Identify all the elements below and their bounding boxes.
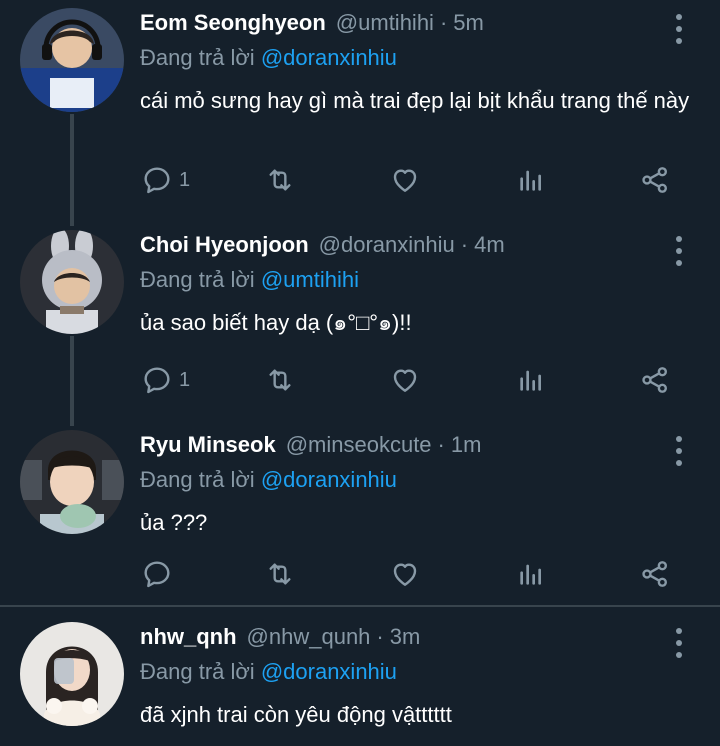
reply-button[interactable]: 1 — [141, 360, 190, 400]
tweet-header: Ryu Minseok @minseokcute · 1m — [140, 432, 481, 464]
reply-count: 1 — [179, 168, 191, 191]
reply-button[interactable]: 1 — [141, 160, 190, 200]
avatar-image — [20, 622, 124, 726]
timestamp[interactable]: 4m — [474, 232, 505, 258]
share-button[interactable] — [639, 554, 671, 594]
replying-to: Đang trả lời @doranxinhiu — [140, 659, 397, 685]
tweet-header: Choi Hyeonjoon @doranxinhiu · 4m — [140, 232, 505, 264]
avatar[interactable] — [20, 430, 124, 534]
more-vertical-icon[interactable] — [676, 436, 682, 466]
avatar[interactable] — [20, 8, 124, 112]
analytics-button[interactable] — [515, 554, 547, 594]
separator-dot: · — [437, 432, 445, 457]
reply-icon — [141, 164, 173, 196]
retweet-icon — [264, 164, 296, 196]
replying-to: Đang trả lời @doranxinhiu — [140, 467, 397, 493]
avatar-image — [20, 8, 124, 112]
tweet[interactable]: Ryu Minseok @minseokcute · 1m Đang trả l… — [0, 422, 720, 604]
user-handle[interactable]: @umtihihi — [336, 10, 434, 36]
retweet-button[interactable] — [264, 554, 296, 594]
share-icon — [639, 164, 671, 196]
action-bar — [0, 554, 720, 594]
action-bar: 1 — [0, 160, 720, 200]
reply-icon — [141, 558, 173, 590]
analytics-icon — [515, 558, 547, 590]
user-handle[interactable]: @minseokcute — [286, 432, 432, 458]
share-icon — [639, 364, 671, 396]
avatar[interactable] — [20, 622, 124, 726]
retweet-icon — [264, 364, 296, 396]
tweet[interactable]: nhw_qnh @nhw_qunh · 3m Đang trả lời @dor… — [0, 614, 720, 746]
replying-prefix: Đang trả lời — [140, 267, 255, 292]
replying-to: Đang trả lời @doranxinhiu — [140, 45, 397, 71]
user-handle[interactable]: @nhw_qunh — [247, 624, 371, 650]
mention-link[interactable]: @doranxinhiu — [261, 467, 397, 492]
display-name[interactable]: Choi Hyeonjoon — [140, 232, 309, 258]
mention-link[interactable]: @doranxinhiu — [261, 45, 397, 70]
analytics-button[interactable] — [515, 360, 547, 400]
tweet-header: Eom Seonghyeon @umtihihi · 5m — [140, 10, 484, 42]
display-name[interactable]: Ryu Minseok — [140, 432, 276, 458]
share-button[interactable] — [639, 160, 671, 200]
action-bar: 1 — [0, 360, 720, 400]
mention-link[interactable]: @doranxinhiu — [261, 659, 397, 684]
reply-count: 1 — [179, 368, 191, 391]
like-button[interactable] — [389, 360, 421, 400]
divider — [0, 605, 720, 607]
tweet[interactable]: Eom Seonghyeon @umtihihi · 5m Đang trả l… — [0, 0, 720, 220]
analytics-icon — [515, 364, 547, 396]
heart-icon — [389, 364, 421, 396]
display-name[interactable]: nhw_qnh — [140, 624, 237, 650]
display-name[interactable]: Eom Seonghyeon — [140, 10, 326, 36]
more-vertical-icon[interactable] — [676, 236, 682, 266]
separator-dot: · — [460, 232, 469, 257]
separator-dot: · — [376, 624, 384, 649]
avatar-image — [20, 230, 124, 334]
retweet-button[interactable] — [264, 360, 296, 400]
avatar-image — [20, 430, 124, 534]
user-handle[interactable]: @doranxinhiu — [319, 232, 455, 258]
timestamp[interactable]: 1m — [451, 432, 482, 458]
replying-prefix: Đang trả lời — [140, 467, 255, 492]
share-button[interactable] — [639, 360, 671, 400]
like-button[interactable] — [389, 160, 421, 200]
tweet-text: ủa ??? — [140, 510, 208, 535]
heart-icon — [389, 558, 421, 590]
mention-link[interactable]: @umtihihi — [261, 267, 359, 292]
replying-prefix: Đang trả lời — [140, 659, 255, 684]
more-vertical-icon[interactable] — [676, 628, 682, 658]
retweet-icon — [264, 558, 296, 590]
separator-dot: · — [439, 10, 448, 35]
analytics-button[interactable] — [515, 160, 547, 200]
timestamp[interactable]: 5m — [453, 10, 484, 36]
reply-button[interactable] — [141, 554, 179, 594]
tweet-header: nhw_qnh @nhw_qunh · 3m — [140, 624, 420, 656]
more-vertical-icon[interactable] — [676, 14, 682, 44]
timestamp[interactable]: 3m — [390, 624, 421, 650]
tweet[interactable]: Choi Hyeonjoon @doranxinhiu · 4m Đang tr… — [0, 222, 720, 420]
heart-icon — [389, 164, 421, 196]
share-icon — [639, 558, 671, 590]
replying-to: Đang trả lời @umtihihi — [140, 267, 359, 293]
tweet-text: ủa sao biết hay dạ (๑°□°๑)!! — [140, 310, 412, 335]
reply-icon — [141, 364, 173, 396]
retweet-button[interactable] — [264, 160, 296, 200]
avatar[interactable] — [20, 230, 124, 334]
analytics-icon — [515, 164, 547, 196]
tweet-text: cái mỏ sưng hay gì mà trai đẹp lại bịt k… — [140, 88, 690, 113]
like-button[interactable] — [389, 554, 421, 594]
replying-prefix: Đang trả lời — [140, 45, 255, 70]
tweet-text: đã xjnh trai còn yêu động vậtttttt — [140, 702, 452, 727]
